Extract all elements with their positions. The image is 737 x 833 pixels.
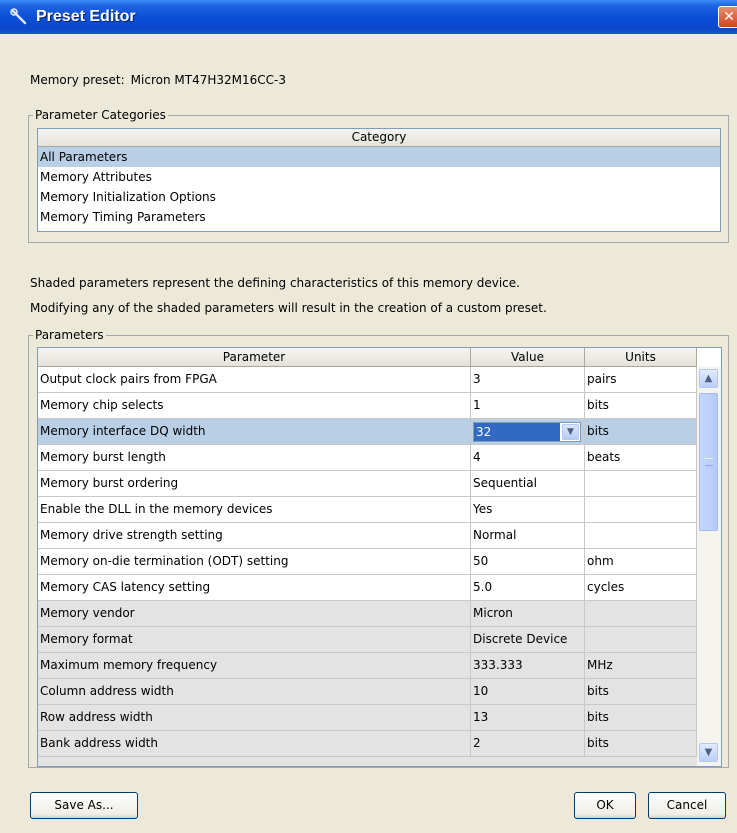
value-cell[interactable]: 4 (471, 445, 585, 470)
units-cell: bits (585, 705, 697, 730)
value-cell: 32 ▼ (471, 419, 585, 444)
units-cell: bits (585, 419, 697, 444)
parameter-cell: Row address width (38, 705, 471, 730)
value-cell[interactable]: Yes (471, 497, 585, 522)
chevron-down-icon[interactable]: ▼ (562, 424, 579, 440)
value-cell[interactable]: Normal (471, 523, 585, 548)
parameters-scrollbar[interactable]: ▲ ▼ (697, 367, 721, 766)
value-cell[interactable]: Sequential (471, 471, 585, 496)
save-as-button[interactable]: Save As... (30, 792, 138, 819)
parameter-cell: Memory on-die termination (ODT) setting (38, 549, 471, 574)
table-row[interactable]: Memory vendor Micron (38, 601, 697, 627)
table-row[interactable]: Memory interface DQ width 32 ▼ bits (38, 419, 697, 445)
parameter-cell: Bank address width (38, 731, 471, 756)
units-cell: bits (585, 679, 697, 704)
table-row[interactable]: Memory on-die termination (ODT) setting … (38, 549, 697, 575)
cancel-button[interactable]: Cancel (648, 792, 726, 819)
units-cell (585, 523, 697, 548)
dq-width-dropdown[interactable]: 32 ▼ (473, 422, 581, 442)
parameter-cell: Memory vendor (38, 601, 471, 626)
scroll-up-icon[interactable]: ▲ (699, 369, 718, 388)
parameter-cell: Column address width (38, 679, 471, 704)
units-cell: cycles (585, 575, 697, 600)
memory-preset-name: Micron MT47H32M16CC-3 (130, 73, 286, 87)
table-row[interactable]: Output clock pairs from FPGA 3 pairs (38, 367, 697, 393)
grip-icon (705, 458, 713, 466)
value-cell[interactable]: 5.0 (471, 575, 585, 600)
units-cell: ohm (585, 549, 697, 574)
units-cell: bits (585, 731, 697, 756)
table-row[interactable]: Memory burst ordering Sequential (38, 471, 697, 497)
table-row[interactable]: Memory CAS latency setting 5.0 cycles (38, 575, 697, 601)
parameter-cell: Memory format (38, 627, 471, 652)
parameter-cell: Memory drive strength setting (38, 523, 471, 548)
parameters-legend: Parameters (35, 328, 104, 342)
parameters-table: Parameter Value Units Output clock pairs… (37, 347, 722, 767)
table-row-partial[interactable] (38, 757, 697, 766)
wrench-icon (10, 8, 27, 25)
window-title: Preset Editor (36, 8, 136, 25)
value-cell[interactable]: 333.333 (471, 653, 585, 678)
table-row[interactable]: Memory chip selects 1 bits (38, 393, 697, 419)
info-modifying-text: Modifying any of the shaded parameters w… (30, 301, 547, 315)
parameter-cell: Memory chip selects (38, 393, 471, 418)
parameter-cell: Maximum memory frequency (38, 653, 471, 678)
title-bar: Preset Editor ✕ (0, 0, 737, 34)
close-button[interactable]: ✕ (718, 6, 737, 28)
parameter-cell: Memory burst length (38, 445, 471, 470)
category-item-memory-timing-parameters[interactable]: Memory Timing Parameters (38, 207, 720, 227)
table-row[interactable]: Column address width 10 bits (38, 679, 697, 705)
dq-width-value: 32 (474, 423, 560, 441)
category-column-header[interactable]: Category (38, 129, 720, 147)
parameter-cell: Memory burst ordering (38, 471, 471, 496)
value-cell[interactable]: 13 (471, 705, 585, 730)
value-cell[interactable]: 10 (471, 679, 585, 704)
table-row[interactable]: Maximum memory frequency 333.333 MHz (38, 653, 697, 679)
parameter-cell: Enable the DLL in the memory devices (38, 497, 471, 522)
header-units[interactable]: Units (585, 348, 697, 367)
close-icon: ✕ (723, 9, 735, 25)
value-cell[interactable]: 3 (471, 367, 585, 392)
category-item-all-parameters[interactable]: All Parameters (38, 147, 720, 167)
memory-preset-label: Memory preset: (30, 73, 125, 87)
table-row[interactable]: Row address width 13 bits (38, 705, 697, 731)
table-row[interactable]: Enable the DLL in the memory devices Yes (38, 497, 697, 523)
scroll-down-icon[interactable]: ▼ (699, 743, 718, 762)
parameters-table-header: Parameter Value Units (38, 348, 697, 367)
units-cell (585, 601, 697, 626)
value-cell[interactable]: 50 (471, 549, 585, 574)
scroll-corner (697, 348, 721, 367)
info-shaded-text: Shaded parameters represent the defining… (30, 276, 520, 290)
parameter-cell: Memory CAS latency setting (38, 575, 471, 600)
units-cell (585, 497, 697, 522)
value-cell[interactable]: Micron (471, 601, 585, 626)
units-cell (585, 471, 697, 496)
units-cell (585, 627, 697, 652)
category-item-memory-initialization-options[interactable]: Memory Initialization Options (38, 187, 720, 207)
header-value[interactable]: Value (471, 348, 585, 367)
units-cell: pairs (585, 367, 697, 392)
units-cell: beats (585, 445, 697, 470)
value-cell[interactable]: Discrete Device (471, 627, 585, 652)
table-row[interactable]: Memory burst length 4 beats (38, 445, 697, 471)
ok-button[interactable]: OK (574, 792, 636, 819)
category-table: Category All Parameters Memory Attribute… (37, 128, 721, 232)
header-parameter[interactable]: Parameter (38, 348, 471, 367)
scrollbar-thumb[interactable] (699, 393, 718, 531)
table-row[interactable]: Memory drive strength setting Normal (38, 523, 697, 549)
units-cell: bits (585, 393, 697, 418)
category-item-memory-attributes[interactable]: Memory Attributes (38, 167, 720, 187)
parameter-cell: Memory interface DQ width (38, 419, 471, 444)
memory-preset-line: Memory preset: Micron MT47H32M16CC-3 (30, 73, 286, 87)
units-cell: MHz (585, 653, 697, 678)
parameter-cell: Output clock pairs from FPGA (38, 367, 471, 392)
table-row[interactable]: Memory format Discrete Device (38, 627, 697, 653)
parameter-categories-legend: Parameter Categories (35, 108, 166, 122)
value-cell[interactable]: 2 (471, 731, 585, 756)
table-row[interactable]: Bank address width 2 bits (38, 731, 697, 757)
value-cell[interactable]: 1 (471, 393, 585, 418)
